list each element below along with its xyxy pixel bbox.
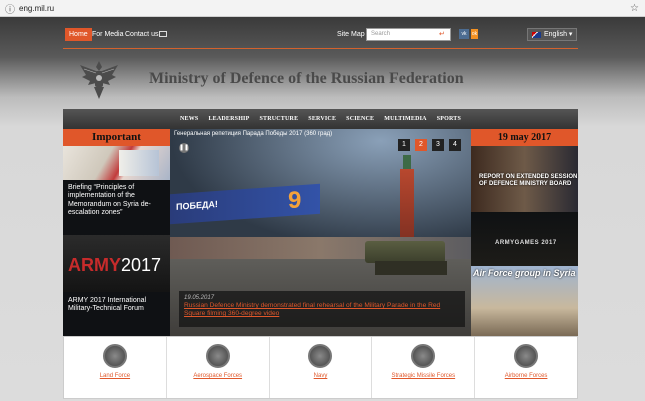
- pause-icon[interactable]: ❚❚: [179, 143, 189, 153]
- slide-nine-may: 9: [288, 187, 302, 214]
- date-column: 19 may 2017 REPORT ON EXTENDED SESSION O…: [471, 129, 578, 336]
- syria-map-thumbnail[interactable]: [63, 146, 170, 180]
- airborne-forces-emblem-icon: [514, 344, 539, 368]
- top-navigation: Home For Media Contact us Site Map Searc…: [63, 27, 578, 43]
- military-vehicle-base: [375, 261, 447, 275]
- slide-caption-link[interactable]: Russian Defence Ministry demonstrated fi…: [184, 302, 460, 318]
- home-link[interactable]: Home: [65, 28, 92, 41]
- menu-item-news[interactable]: NEWS: [180, 116, 198, 122]
- menu-item-leadership[interactable]: LEADERSHIP: [208, 116, 249, 122]
- site-map-link[interactable]: Site Map: [337, 28, 365, 41]
- force-label[interactable]: Airborne Forces: [475, 373, 577, 379]
- ministry-board-report-banner[interactable]: REPORT ON EXTENDED SESSION OF DEFENCE MI…: [471, 146, 578, 212]
- date-heading: 19 may 2017: [471, 129, 578, 146]
- military-vehicle: [365, 241, 445, 263]
- force-label[interactable]: Strategic Missile Forces: [372, 373, 474, 379]
- armygames-banner[interactable]: ARMYGAMES 2017: [471, 212, 578, 266]
- site-header: Ministry of Defence of the Russian Feder…: [63, 49, 578, 107]
- force-label[interactable]: Aerospace Forces: [167, 373, 269, 379]
- odnoklassniki-icon[interactable]: ok: [471, 29, 478, 39]
- contact-us-link[interactable]: Contact us: [125, 28, 158, 41]
- force-strategic-missile[interactable]: Strategic Missile Forces: [372, 337, 476, 398]
- featured-slider[interactable]: ПОБЕДА! 9 Генеральная репетиция Парада П…: [170, 129, 471, 336]
- strategic-missile-forces-emblem-icon: [411, 344, 436, 368]
- language-selector[interactable]: English ▾: [527, 28, 577, 41]
- slide-page-4[interactable]: 4: [449, 139, 461, 151]
- slide-page-2[interactable]: 2: [415, 139, 427, 151]
- force-navy[interactable]: Navy: [270, 337, 373, 398]
- site-title[interactable]: Ministry of Defence of the Russian Feder…: [149, 70, 464, 88]
- land-force-emblem-icon: [102, 344, 127, 368]
- air-force-syria-text: Air Force group in Syria: [473, 268, 576, 278]
- slide-caption: 19.05.2017 Russian Defence Ministry demo…: [179, 291, 465, 327]
- force-land[interactable]: Land Force: [64, 337, 167, 398]
- important-column: Important Briefing “Principles of implem…: [63, 129, 170, 336]
- army-2017-caption[interactable]: ARMY 2017 International Military-Technic…: [63, 292, 170, 336]
- important-heading: Important: [63, 129, 170, 146]
- double-headed-eagle-emblem-icon[interactable]: [76, 57, 122, 103]
- air-force-syria-banner[interactable]: Air Force group in Syria: [471, 266, 578, 336]
- for-media-link[interactable]: For Media: [92, 28, 124, 41]
- menu-item-sports[interactable]: SPORTS: [437, 116, 461, 122]
- info-icon[interactable]: ⓘ: [3, 1, 17, 16]
- forces-strip: Land Force Aerospace Forces Navy Strateg…: [63, 336, 578, 399]
- slide-date: 19.05.2017: [184, 295, 215, 301]
- slider-pagination: 1 2 3 4: [398, 139, 461, 151]
- menu-item-structure[interactable]: STRUCTURE: [259, 116, 298, 122]
- menu-item-science[interactable]: SCIENCE: [346, 116, 374, 122]
- url-field[interactable]: eng.mil.ru: [19, 4, 630, 13]
- uk-flag-icon: [532, 32, 541, 38]
- briefing-link[interactable]: Briefing “Principles of implementation o…: [63, 180, 170, 235]
- browser-address-bar: ⓘ eng.mil.ru ☆: [0, 0, 645, 17]
- language-label: English: [544, 31, 567, 38]
- bookmark-star-icon[interactable]: ☆: [630, 3, 639, 14]
- aerospace-forces-emblem-icon: [205, 344, 230, 368]
- mail-icon[interactable]: [159, 31, 167, 37]
- army-2017-banner[interactable]: ARMY2017: [63, 235, 170, 292]
- slide-page-1[interactable]: 1: [398, 139, 410, 151]
- page: Home For Media Contact us Site Map Searc…: [0, 17, 645, 401]
- slide-headline: Генеральная репетиция Парада Победы 2017…: [174, 131, 333, 137]
- vk-icon[interactable]: vk: [459, 29, 469, 39]
- report-text: REPORT ON EXTENDED SESSION OF DEFENCE MI…: [479, 174, 578, 187]
- force-aerospace[interactable]: Aerospace Forces: [167, 337, 270, 398]
- force-airborne[interactable]: Airborne Forces: [475, 337, 577, 398]
- armygames-text: ARMYGAMES 2017: [495, 240, 557, 246]
- search-submit-icon[interactable]: ↵: [439, 29, 445, 40]
- menu-item-service[interactable]: SERVICE: [308, 116, 336, 122]
- main-content: NEWS LEADERSHIP STRUCTURE SERVICE SCIENC…: [63, 109, 578, 336]
- slide-page-3[interactable]: 3: [432, 139, 444, 151]
- force-label[interactable]: Navy: [270, 373, 372, 379]
- force-label[interactable]: Land Force: [64, 373, 166, 379]
- menu-item-multimedia[interactable]: MULTIMEDIA: [384, 116, 426, 122]
- main-menu: NEWS LEADERSHIP STRUCTURE SERVICE SCIENC…: [63, 109, 578, 129]
- army-2017-logo: ARMY2017: [68, 255, 162, 275]
- navy-emblem-icon: [308, 344, 333, 368]
